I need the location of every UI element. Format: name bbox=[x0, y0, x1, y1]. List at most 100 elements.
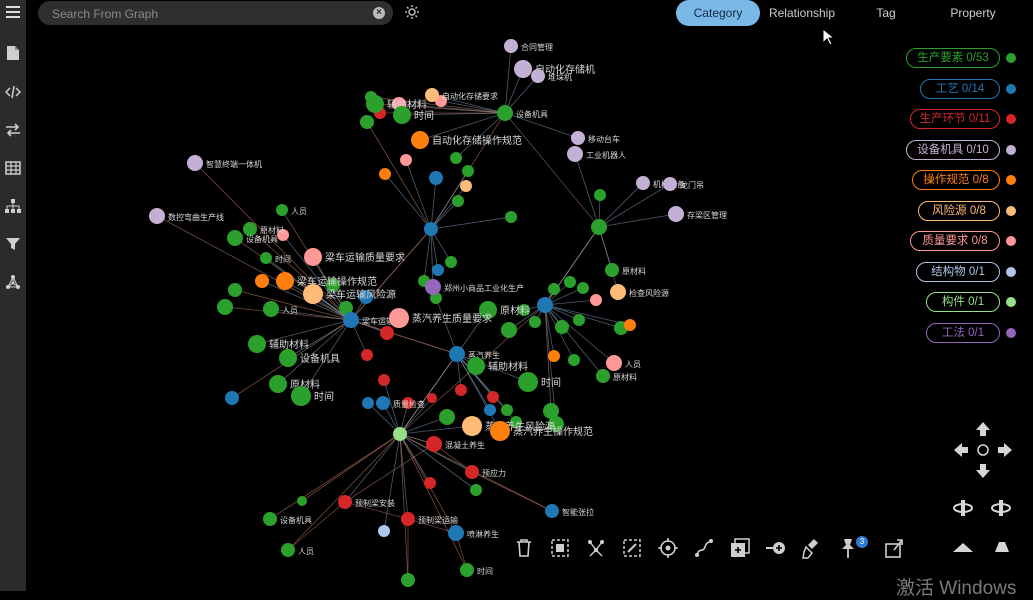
graph-node[interactable] bbox=[555, 320, 569, 334]
graph-node[interactable] bbox=[545, 504, 559, 518]
graph-node[interactable] bbox=[263, 512, 277, 526]
invert-selection-icon[interactable] bbox=[620, 536, 644, 560]
graph-node[interactable] bbox=[668, 206, 684, 222]
graph-node[interactable] bbox=[269, 375, 287, 393]
graph-node[interactable] bbox=[400, 154, 412, 166]
legend-item[interactable]: 设备机具 0/10 bbox=[906, 139, 1016, 160]
swap-icon[interactable] bbox=[4, 121, 22, 139]
graph-node[interactable] bbox=[462, 165, 474, 177]
graph-node[interactable] bbox=[505, 211, 517, 223]
graph-node[interactable] bbox=[529, 316, 541, 328]
graph-node[interactable] bbox=[432, 264, 444, 276]
graph-node[interactable] bbox=[537, 297, 553, 313]
graph-node[interactable] bbox=[610, 284, 626, 300]
pan-down-icon[interactable] bbox=[976, 464, 990, 478]
legend-label[interactable]: 设备机具 0/10 bbox=[906, 139, 1000, 160]
graph-node[interactable] bbox=[276, 272, 294, 290]
legend-label[interactable]: 构件 0/1 bbox=[926, 292, 1000, 312]
graph-node[interactable] bbox=[567, 146, 583, 162]
graph-node[interactable] bbox=[343, 312, 359, 328]
graph-node[interactable] bbox=[366, 95, 384, 113]
graph-node[interactable] bbox=[291, 386, 311, 406]
graph-node[interactable] bbox=[393, 106, 411, 124]
legend-label[interactable]: 质量要求 0/8 bbox=[910, 231, 1000, 251]
graph-node[interactable] bbox=[605, 263, 619, 277]
graph-node[interactable] bbox=[663, 177, 677, 191]
graph-node[interactable] bbox=[636, 176, 650, 190]
graph-node[interactable] bbox=[149, 208, 165, 224]
add-node-icon[interactable] bbox=[728, 536, 752, 560]
graph-node[interactable] bbox=[590, 294, 602, 306]
expand-nodes-icon[interactable] bbox=[584, 536, 608, 560]
tab-category[interactable]: Category bbox=[676, 0, 760, 26]
rotate-left-icon[interactable] bbox=[953, 500, 973, 516]
graph-node[interactable] bbox=[455, 384, 467, 396]
graph-node[interactable] bbox=[462, 416, 482, 436]
graph-node[interactable] bbox=[338, 495, 352, 509]
graph-node[interactable] bbox=[243, 222, 257, 236]
graph-node[interactable] bbox=[378, 525, 390, 537]
graph-node[interactable] bbox=[361, 349, 373, 361]
graph-node[interactable] bbox=[501, 322, 517, 338]
graph-node[interactable] bbox=[568, 354, 580, 366]
graph-node[interactable] bbox=[260, 252, 272, 264]
graph-node[interactable] bbox=[411, 131, 429, 149]
graph-node[interactable] bbox=[573, 314, 585, 326]
graph-node[interactable] bbox=[297, 496, 307, 506]
graph-node[interactable] bbox=[217, 299, 233, 315]
reset-view-icon[interactable] bbox=[977, 444, 989, 456]
graph-node[interactable] bbox=[564, 276, 576, 288]
rotate-right-icon[interactable] bbox=[991, 500, 1011, 516]
graph-node[interactable] bbox=[577, 282, 589, 294]
clear-icon[interactable]: × bbox=[373, 7, 385, 19]
graph-node[interactable] bbox=[281, 543, 295, 557]
graph-node[interactable] bbox=[263, 301, 279, 317]
pan-up-icon[interactable] bbox=[976, 422, 990, 436]
graph-node[interactable] bbox=[465, 465, 479, 479]
graph-node[interactable] bbox=[571, 131, 585, 145]
graph-node[interactable] bbox=[467, 357, 485, 375]
legend-label[interactable]: 结构物 0/1 bbox=[916, 261, 1000, 282]
graph-node[interactable] bbox=[279, 349, 297, 367]
graph-node[interactable] bbox=[448, 525, 464, 541]
legend-label[interactable]: 生产环节 0/11 bbox=[910, 109, 1000, 129]
graph-node[interactable] bbox=[303, 284, 323, 304]
graph-node[interactable] bbox=[548, 283, 560, 295]
graph-node[interactable] bbox=[187, 155, 203, 171]
graph-node[interactable] bbox=[255, 274, 269, 288]
zoom-in-icon[interactable] bbox=[995, 542, 1009, 552]
graph-node[interactable] bbox=[276, 204, 288, 216]
graph-node[interactable] bbox=[596, 369, 610, 383]
select-box-icon[interactable] bbox=[548, 536, 572, 560]
graph-node[interactable] bbox=[429, 171, 443, 185]
legend-label[interactable]: 工艺 0/14 bbox=[920, 78, 1000, 99]
graph-node[interactable] bbox=[487, 391, 499, 403]
graph-node[interactable] bbox=[624, 319, 636, 331]
legend-item[interactable]: 生产环节 0/11 bbox=[910, 109, 1016, 129]
search-input[interactable] bbox=[50, 4, 364, 24]
legend-item[interactable]: 工艺 0/14 bbox=[920, 78, 1016, 99]
graph-node[interactable] bbox=[427, 393, 437, 403]
graph-node[interactable] bbox=[401, 573, 415, 587]
graph-node[interactable] bbox=[504, 39, 518, 53]
legend-item[interactable]: 构件 0/1 bbox=[926, 292, 1016, 312]
tab-property[interactable]: Property bbox=[928, 0, 1018, 26]
graph-node[interactable] bbox=[389, 308, 409, 328]
filter-icon[interactable] bbox=[4, 235, 22, 253]
graph-node[interactable] bbox=[425, 279, 441, 295]
legend-label[interactable]: 操作规范 0/8 bbox=[912, 170, 1000, 190]
legend-label[interactable]: 工法 0/1 bbox=[926, 322, 1000, 343]
graph-node[interactable] bbox=[227, 230, 243, 246]
legend-label[interactable]: 风险源 0/8 bbox=[918, 200, 1000, 221]
table-icon[interactable] bbox=[4, 159, 22, 177]
graph-node[interactable] bbox=[225, 391, 239, 405]
graph-node[interactable] bbox=[606, 355, 622, 371]
graph-node[interactable] bbox=[484, 404, 496, 416]
graph-node[interactable] bbox=[379, 168, 391, 180]
legend-item[interactable]: 风险源 0/8 bbox=[918, 200, 1016, 221]
graph-node[interactable] bbox=[248, 335, 266, 353]
path-icon[interactable] bbox=[692, 536, 716, 560]
trash-icon[interactable] bbox=[512, 536, 536, 560]
graph-node[interactable] bbox=[591, 219, 607, 235]
code-icon[interactable] bbox=[4, 83, 22, 101]
